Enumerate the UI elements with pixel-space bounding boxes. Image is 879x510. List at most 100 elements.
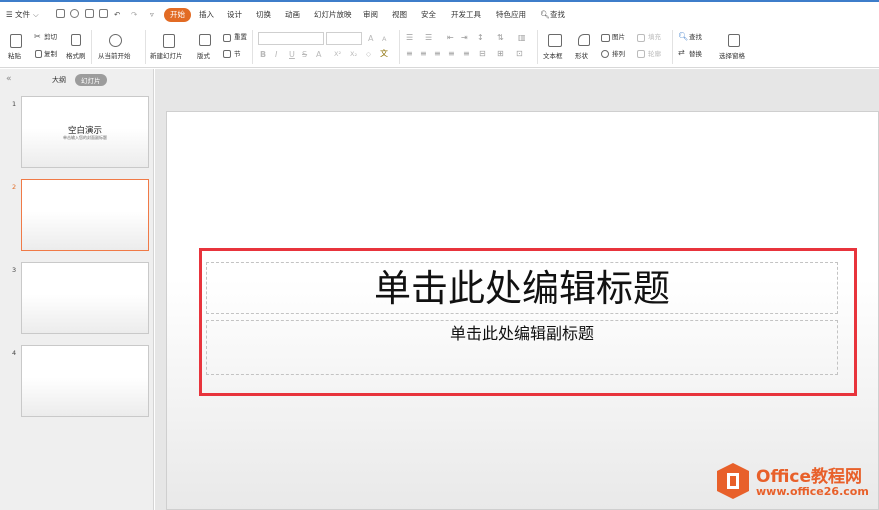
tab-slides[interactable]: 幻灯片 (75, 74, 107, 86)
section-button[interactable]: 节 (234, 50, 241, 59)
outline-button[interactable]: 轮廓 (648, 50, 661, 59)
bold-button[interactable]: B (260, 50, 266, 59)
columns-icon[interactable]: ▥ (518, 33, 526, 43)
textbox-button[interactable]: 文本框 (543, 52, 563, 61)
font-size-select[interactable] (326, 32, 362, 45)
line-spacing-icon[interactable]: ↕ (477, 33, 484, 43)
reset-icon[interactable] (223, 34, 231, 42)
collapse-pane-icon[interactable]: « (6, 74, 12, 84)
tab-security[interactable]: 安全 (421, 8, 436, 22)
align-right-icon[interactable]: ≡ (434, 49, 441, 59)
decrease-indent-icon[interactable]: ⇤ (447, 33, 454, 43)
strikethrough-button[interactable]: S (302, 50, 307, 59)
ribbon-separator (537, 30, 538, 64)
font-size-down-button[interactable]: A (382, 35, 386, 44)
save-icon[interactable] (56, 9, 65, 18)
arrange-button[interactable]: 排列 (612, 50, 625, 59)
underline-button[interactable]: U (289, 50, 295, 59)
picture-button[interactable]: 图片 (612, 33, 625, 42)
layout-icon[interactable] (199, 34, 211, 46)
slide-thumbnail[interactable] (21, 262, 149, 334)
font-color-button[interactable]: A (316, 50, 321, 59)
section-icon[interactable] (223, 50, 231, 58)
shape-icon[interactable] (578, 34, 590, 46)
tab-design[interactable]: 设计 (227, 8, 242, 22)
search-button[interactable]: 查找 (550, 8, 565, 22)
paste-button[interactable]: 粘贴 (8, 52, 21, 61)
layout-button[interactable]: 版式 (197, 52, 210, 61)
tab-transition[interactable]: 切换 (256, 8, 271, 22)
ribbon-separator (91, 30, 92, 64)
font-size-up-button[interactable]: A (368, 34, 373, 43)
paragraph-more-icon[interactable]: ⊡ (516, 49, 523, 59)
replace-button[interactable]: 替换 (689, 50, 702, 59)
subscript-button[interactable]: X₂ (350, 50, 357, 59)
thumbnail-number: 4 (12, 349, 17, 357)
fill-icon[interactable] (637, 34, 645, 42)
align-center-icon[interactable]: ≡ (420, 49, 427, 59)
tab-slideshow[interactable]: 幻灯片放映 (314, 8, 352, 22)
menu-icon[interactable]: ☰ (6, 8, 13, 22)
format-painter-icon[interactable] (71, 34, 81, 46)
phonetic-guide-button[interactable]: 文 (380, 49, 388, 58)
paste-icon[interactable] (10, 34, 22, 48)
smart-art-icon[interactable]: ⊞ (497, 49, 504, 59)
file-menu-chevron-icon[interactable]: ⌵ (33, 8, 39, 22)
slide-subtitle[interactable]: 单击此处编辑副标题 (206, 322, 838, 346)
numbered-list-icon[interactable]: ☰ (425, 33, 432, 43)
increase-indent-icon[interactable]: ⇥ (461, 33, 468, 43)
new-slide-button[interactable]: 新建幻灯片 (150, 52, 183, 61)
replace-icon[interactable]: ⇄ (678, 48, 685, 58)
justify-icon[interactable]: ≡ (448, 49, 455, 59)
slide-title[interactable]: 单击此处编辑标题 (206, 264, 838, 314)
outline-icon[interactable] (637, 50, 645, 58)
quick-access-chevron-icon[interactable]: ▿ (150, 8, 154, 22)
cut-button[interactable]: 剪切 (44, 33, 57, 42)
print-preview-icon[interactable] (99, 9, 108, 18)
slide-thumbnail[interactable] (21, 345, 149, 417)
reset-button[interactable]: 重置 (234, 33, 247, 42)
clear-format-button[interactable]: ◇ (366, 50, 371, 59)
tab-outline[interactable]: 大纲 (52, 75, 66, 85)
distribute-icon[interactable]: ≡ (463, 49, 470, 59)
watermark-brand: Office教程网 (756, 467, 863, 487)
cut-icon[interactable]: ✂ (34, 32, 41, 42)
from-current-button[interactable]: 从当前开始 (98, 52, 131, 61)
slide-thumbnail-selected[interactable] (21, 179, 149, 251)
tab-insert[interactable]: 插入 (199, 8, 214, 22)
align-text-icon[interactable]: ⊟ (479, 49, 486, 59)
redo-icon[interactable]: ↷ (131, 8, 137, 22)
superscript-button[interactable]: X² (334, 50, 341, 59)
undo-history-icon[interactable] (70, 9, 79, 18)
picture-icon[interactable] (601, 34, 610, 42)
font-family-select[interactable] (258, 32, 324, 45)
play-icon[interactable] (109, 34, 122, 47)
tab-review[interactable]: 审阅 (363, 8, 378, 22)
print-icon[interactable] (85, 9, 94, 18)
arrange-icon[interactable] (601, 50, 609, 58)
text-direction-icon[interactable]: ⇅ (497, 33, 504, 43)
tab-animation[interactable]: 动画 (285, 8, 300, 22)
bullet-list-icon[interactable]: ☰ (406, 33, 413, 43)
shape-button[interactable]: 形状 (575, 52, 588, 61)
tab-developer[interactable]: 开发工具 (451, 8, 481, 22)
find-button[interactable]: 查找 (689, 33, 702, 42)
tab-view[interactable]: 视图 (392, 8, 407, 22)
align-left-icon[interactable]: ≡ (406, 49, 413, 59)
italic-button[interactable]: I (275, 50, 277, 59)
textbox-icon[interactable] (548, 34, 562, 47)
search-icon[interactable]: 🔍︎ (540, 8, 550, 22)
selection-pane-icon[interactable] (728, 34, 740, 47)
undo-icon[interactable]: ↶ (114, 8, 120, 22)
format-painter-button[interactable]: 格式刷 (66, 52, 86, 61)
selection-pane-button[interactable]: 选择窗格 (719, 52, 745, 61)
file-menu[interactable]: 文件 (15, 8, 30, 22)
tab-features[interactable]: 特色应用 (496, 8, 526, 22)
copy-button[interactable]: 复制 (44, 50, 57, 59)
copy-icon[interactable] (35, 50, 42, 58)
find-icon[interactable]: 🔍︎ (678, 32, 688, 42)
slide-thumbnail[interactable]: 空白演示 单击输入您的封面副标题 (21, 96, 149, 168)
fill-button[interactable]: 填充 (648, 33, 661, 42)
tab-home[interactable]: 开始 (164, 8, 191, 22)
new-slide-icon[interactable] (163, 34, 175, 48)
